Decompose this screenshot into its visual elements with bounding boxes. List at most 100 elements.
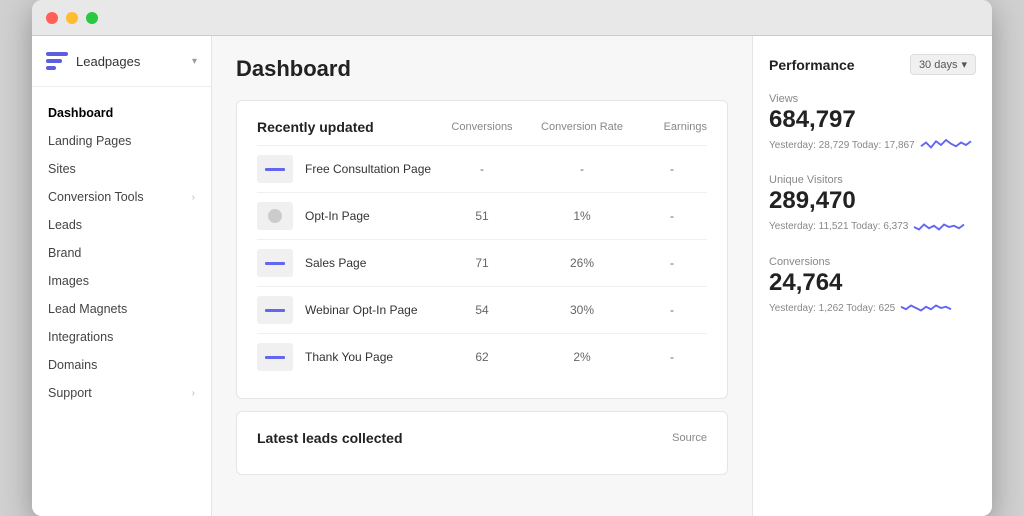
metric-block: Views 684,797 Yesterday: 28,729 Today: 17,… [769, 93, 976, 154]
metric-sub-row: Yesterday: 1,262 Today: 625 [769, 299, 976, 317]
days-selector[interactable]: 30 days ▾ [910, 54, 976, 75]
row-conversions: 62 [437, 350, 527, 364]
sidebar-item-leads[interactable]: Leads [32, 211, 211, 239]
recently-updated-title: Recently updated [257, 119, 437, 135]
logo-icon [46, 52, 68, 70]
nav-item-label: Images [48, 274, 89, 288]
row-conversion-rate: 2% [527, 350, 637, 364]
row-page-name: Free Consultation Page [305, 162, 437, 176]
table-row[interactable]: Webinar Opt-In Page5430%- [257, 286, 707, 333]
sidebar-header[interactable]: Leadpages ▾ [32, 36, 211, 87]
sidebar-item-landing-pages[interactable]: Landing Pages [32, 127, 211, 155]
nav-item-label: Dashboard [48, 106, 113, 120]
metrics-container: Views 684,797 Yesterday: 28,729 Today: 17,… [769, 93, 976, 317]
sidebar-item-domains[interactable]: Domains [32, 351, 211, 379]
maximize-button[interactable] [86, 12, 98, 24]
metric-label: Unique Visitors [769, 174, 976, 186]
close-button[interactable] [46, 12, 58, 24]
metric-label: Views [769, 93, 976, 105]
nav-item-label: Brand [48, 246, 81, 260]
metric-block: Unique Visitors 289,470 Yesterday: 11,521 … [769, 174, 976, 235]
row-thumbnail [257, 249, 293, 277]
row-conversion-rate: 26% [527, 256, 637, 270]
nav-item-label: Sites [48, 162, 76, 176]
row-thumbnail [257, 296, 293, 324]
row-conversion-rate: - [527, 162, 637, 176]
row-earnings: - [637, 162, 707, 176]
recently-updated-card: Recently updated Conversions Conversion … [236, 100, 728, 399]
nav-chevron-icon: › [192, 388, 195, 399]
row-conversions: 54 [437, 303, 527, 317]
table-row[interactable]: Opt-In Page511%- [257, 192, 707, 239]
main-content: Dashboard Recently updated Conversions C… [212, 36, 752, 516]
row-page-name: Thank You Page [305, 350, 437, 364]
days-chevron-icon: ▾ [961, 58, 967, 71]
sidebar-item-brand[interactable]: Brand [32, 239, 211, 267]
col-header-rate: Conversion Rate [527, 121, 637, 133]
nav-item-label: Landing Pages [48, 134, 131, 148]
nav-chevron-icon: › [192, 192, 195, 203]
col-header-earnings: Earnings [637, 121, 707, 133]
latest-leads-header: Latest leads collected Source [257, 430, 707, 446]
titlebar [32, 0, 992, 36]
sparkline-icon [921, 136, 971, 154]
sidebar-item-conversion-tools[interactable]: Conversion Tools › [32, 183, 211, 211]
table-row[interactable]: Sales Page7126%- [257, 239, 707, 286]
row-page-name: Sales Page [305, 256, 437, 270]
metric-sub-row: Yesterday: 28,729 Today: 17,867 [769, 136, 976, 154]
sidebar-item-sites[interactable]: Sites [32, 155, 211, 183]
app-window: Leadpages ▾ Dashboard Landing Pages Sites C… [32, 0, 992, 516]
sparkline-icon [914, 218, 964, 236]
table-rows: Free Consultation Page---Opt-In Page511%… [257, 145, 707, 380]
sidebar-item-images[interactable]: Images [32, 267, 211, 295]
row-page-name: Opt-In Page [305, 209, 437, 223]
latest-leads-card: Latest leads collected Source [236, 411, 728, 475]
row-conversion-rate: 1% [527, 209, 637, 223]
table-header: Recently updated Conversions Conversion … [257, 119, 707, 135]
row-thumbnail [257, 202, 293, 230]
perf-header: Performance 30 days ▾ [769, 54, 976, 75]
row-thumbnail [257, 155, 293, 183]
days-label: 30 days [919, 59, 958, 71]
page-title: Dashboard [236, 56, 728, 82]
row-earnings: - [637, 256, 707, 270]
sidebar-item-integrations[interactable]: Integrations [32, 323, 211, 351]
app-layout: Leadpages ▾ Dashboard Landing Pages Sites C… [32, 36, 992, 516]
row-earnings: - [637, 209, 707, 223]
col-header-conversions: Conversions [437, 121, 527, 133]
sidebar: Leadpages ▾ Dashboard Landing Pages Sites C… [32, 36, 212, 516]
sidebar-nav: Dashboard Landing Pages Sites Conversion To… [32, 87, 211, 419]
nav-item-label: Lead Magnets [48, 302, 127, 316]
nav-item-label: Integrations [48, 330, 113, 344]
sidebar-item-dashboard[interactable]: Dashboard [32, 99, 211, 127]
sidebar-item-support[interactable]: Support› [32, 379, 211, 407]
latest-leads-title: Latest leads collected [257, 430, 672, 446]
metric-yesterday-text: Yesterday: 11,521 Today: 6,373 [769, 221, 908, 232]
row-earnings: - [637, 303, 707, 317]
brand-name: Leadpages [76, 54, 140, 69]
right-panel: Performance 30 days ▾ Views 684,797 Yester… [752, 36, 992, 516]
metric-value: 24,764 [769, 270, 976, 296]
nav-item-label: Conversion Tools [48, 190, 144, 204]
row-conversion-rate: 30% [527, 303, 637, 317]
metric-yesterday-text: Yesterday: 28,729 Today: 17,867 [769, 140, 915, 151]
metric-value: 289,470 [769, 188, 976, 214]
table-row[interactable]: Thank You Page622%- [257, 333, 707, 380]
row-earnings: - [637, 350, 707, 364]
perf-title: Performance [769, 57, 910, 73]
sparkline-icon [901, 299, 951, 317]
row-page-name: Webinar Opt-In Page [305, 303, 437, 317]
minimize-button[interactable] [66, 12, 78, 24]
sidebar-item-lead-magnets[interactable]: Lead Magnets [32, 295, 211, 323]
metric-sub-row: Yesterday: 11,521 Today: 6,373 [769, 218, 976, 236]
metric-block: Conversions 24,764 Yesterday: 1,262 Today:… [769, 256, 976, 317]
table-row[interactable]: Free Consultation Page--- [257, 145, 707, 192]
metric-label: Conversions [769, 256, 976, 268]
row-conversions: - [437, 162, 527, 176]
row-thumbnail [257, 343, 293, 371]
nav-item-label: Domains [48, 358, 97, 372]
row-conversions: 51 [437, 209, 527, 223]
metric-yesterday-text: Yesterday: 1,262 Today: 625 [769, 303, 895, 314]
metric-value: 684,797 [769, 107, 976, 133]
source-label: Source [672, 432, 707, 444]
